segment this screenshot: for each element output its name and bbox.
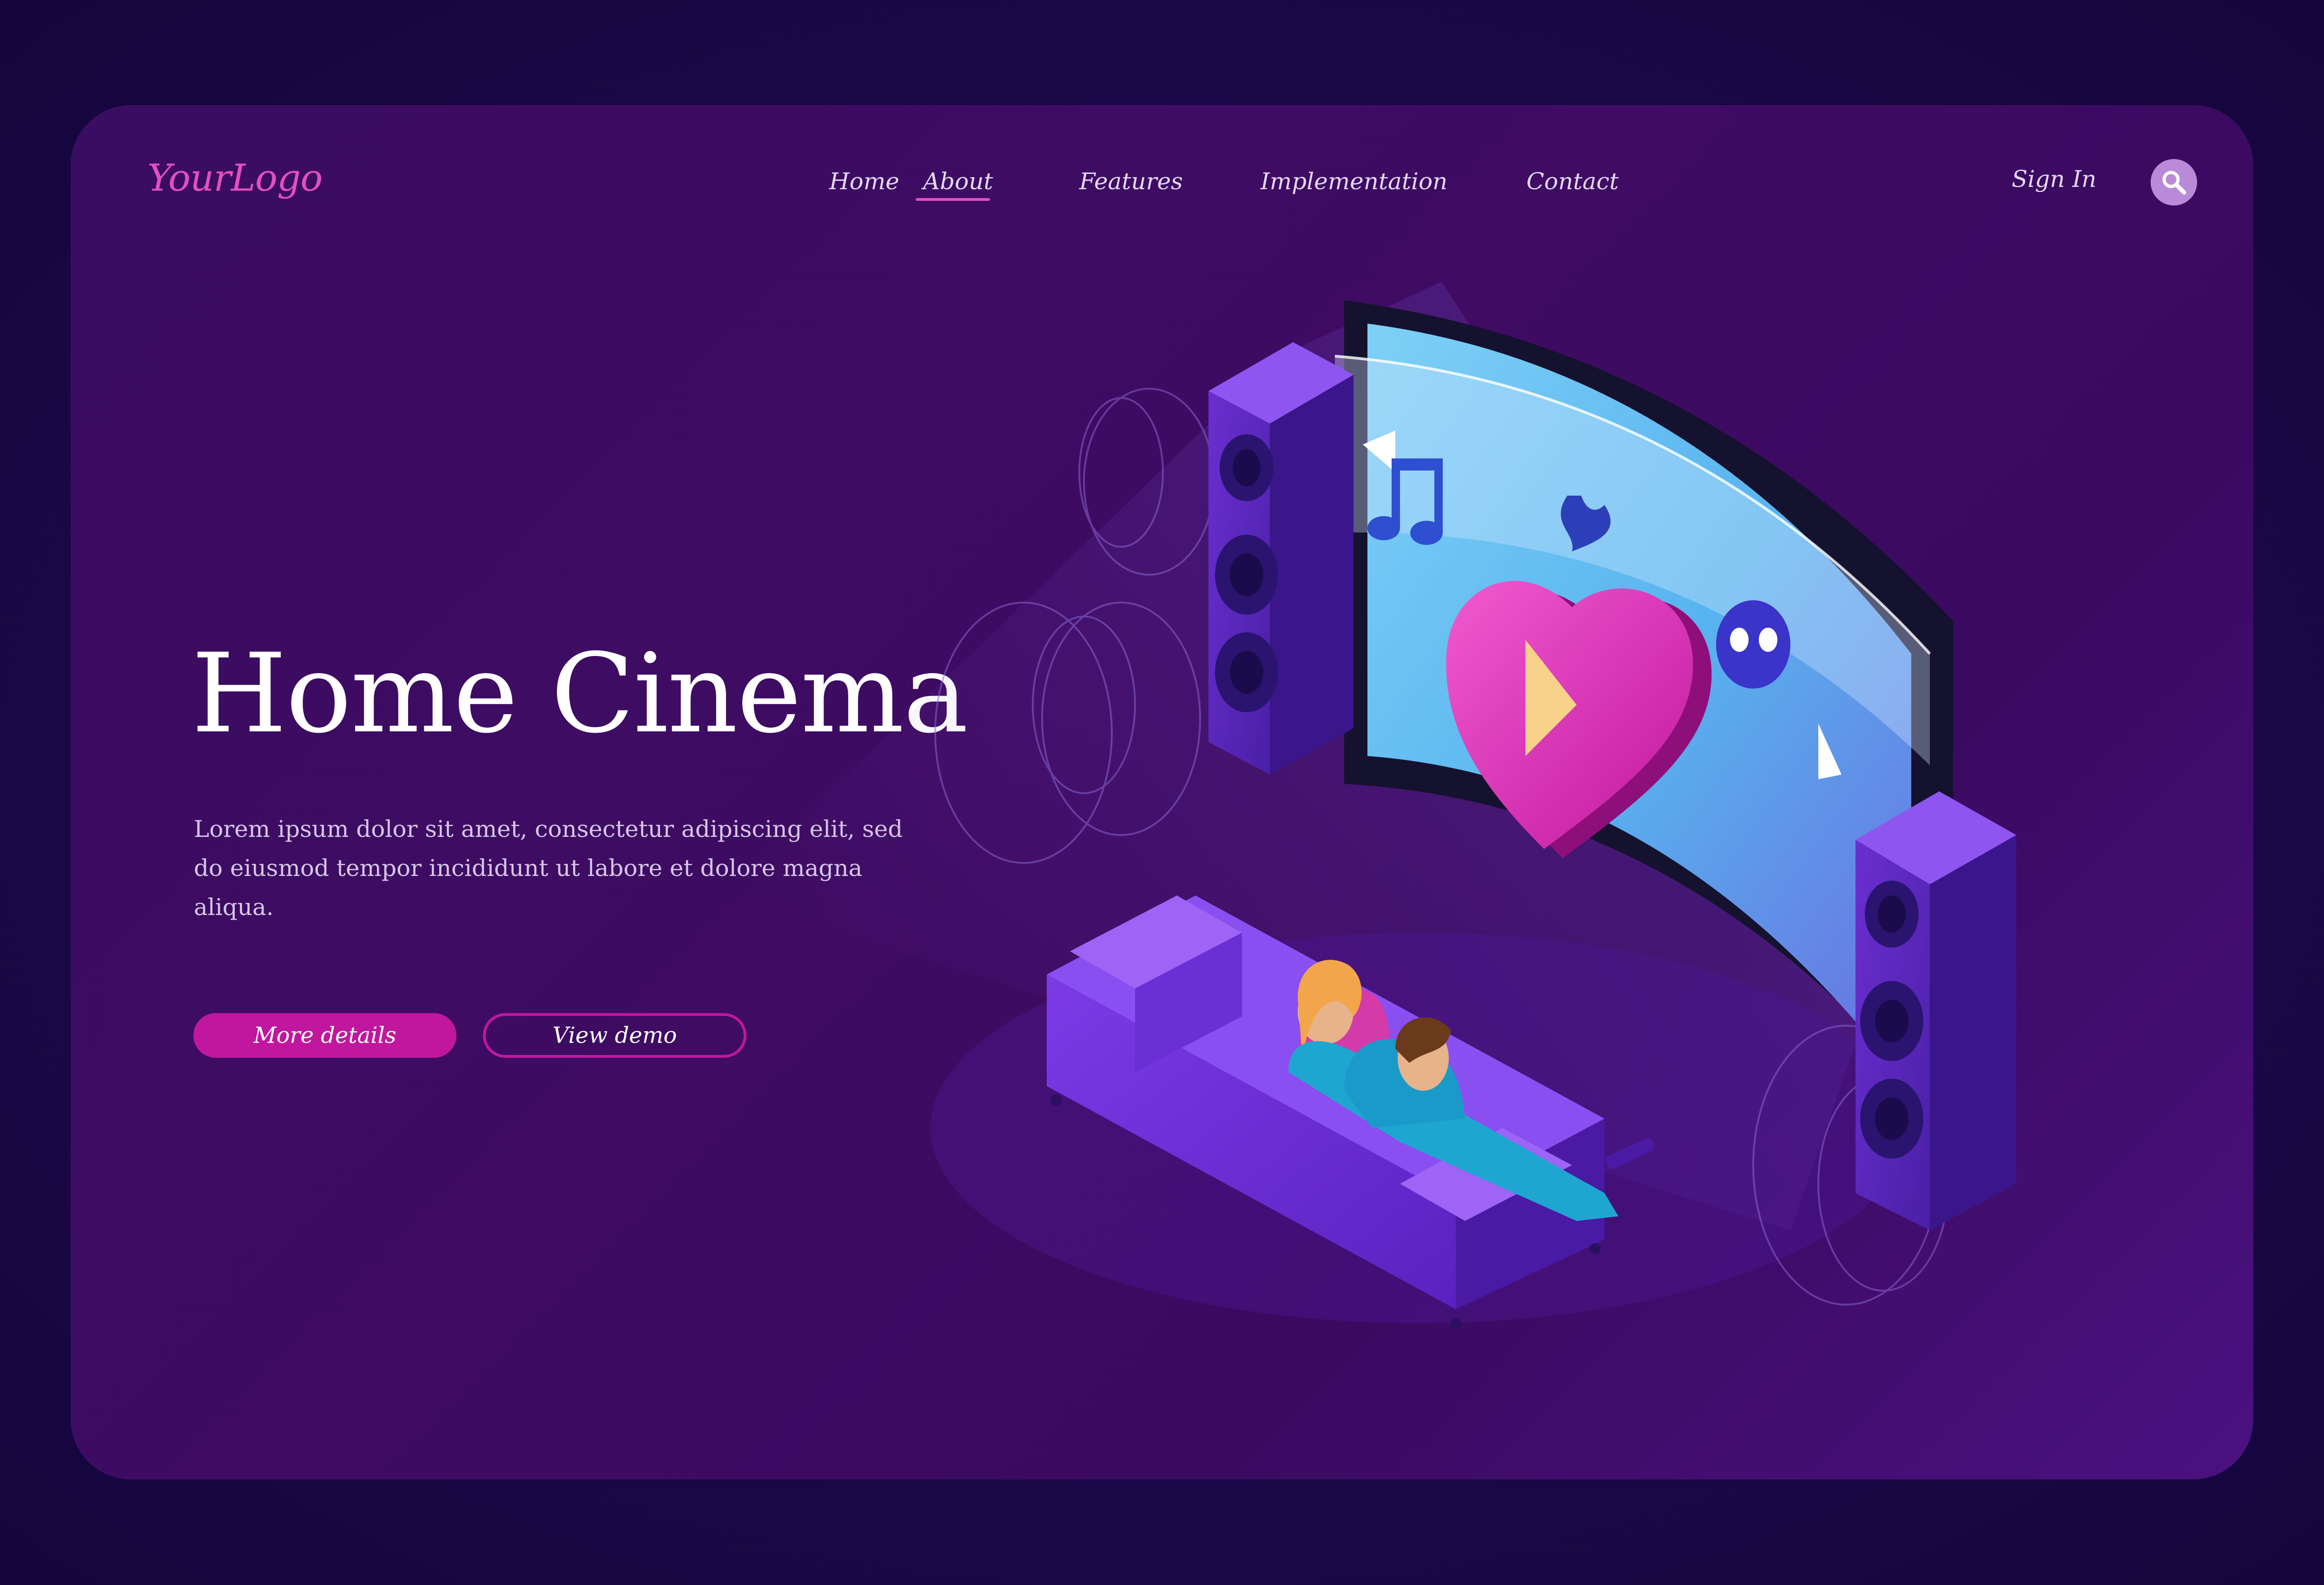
- left-speaker: [1208, 342, 1353, 775]
- landing-card: YourLogo Home About Features Implementat…: [71, 105, 2253, 1479]
- skull-icon: [1716, 600, 1790, 689]
- right-speaker: [1855, 791, 2016, 1230]
- home-cinema-illustration: [721, 282, 2016, 1329]
